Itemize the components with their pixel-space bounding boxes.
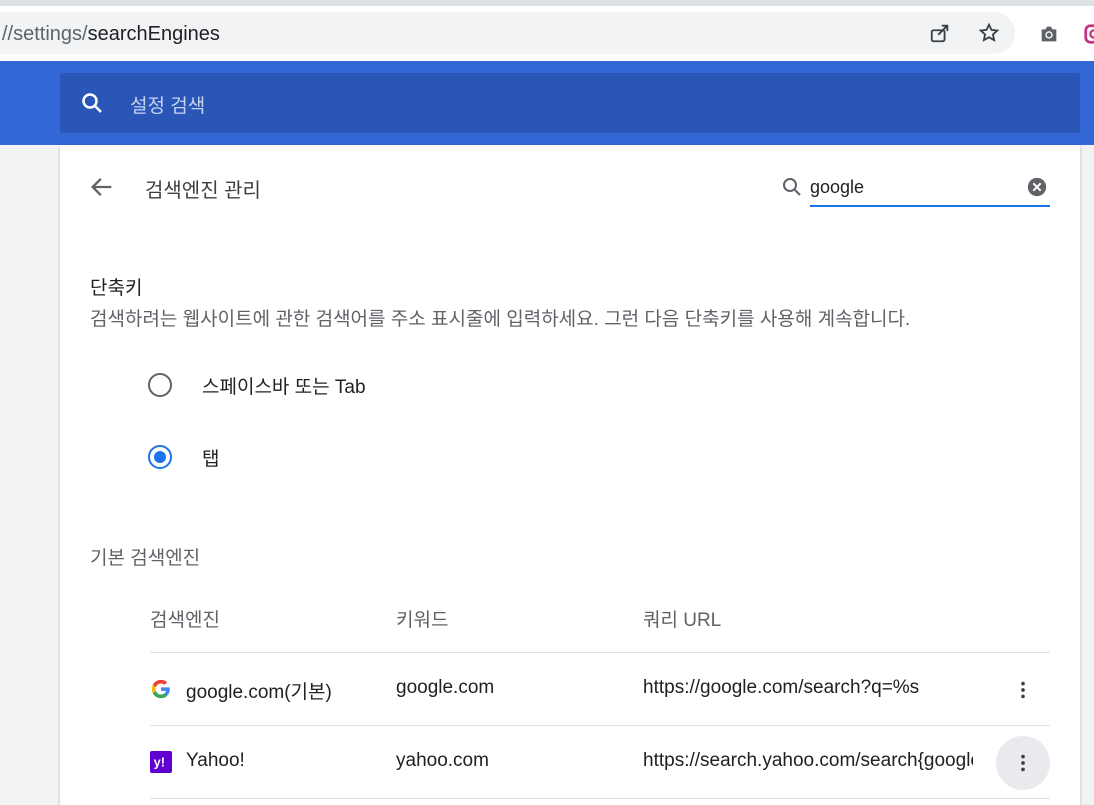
star-icon[interactable] <box>975 19 1003 47</box>
settings-search-placeholder: 설정 검색 <box>130 96 206 117</box>
engine-url: https://search.yahoo.com/search{google:R… <box>643 750 973 771</box>
engine-keyword: yahoo.com <box>396 750 489 771</box>
more-actions-button[interactable] <box>996 736 1050 790</box>
camera-icon[interactable] <box>1035 20 1063 48</box>
engine-name: google.com(기본) <box>186 682 332 703</box>
default-engines-title: 기본 검색엔진 <box>90 548 201 569</box>
yahoo-favicon: y! <box>150 751 172 773</box>
column-header-engine: 검색엔진 <box>150 610 220 631</box>
radio-option-space-or-tab[interactable]: 스페이스바 또는 Tab <box>148 370 366 400</box>
radio-label: 탭 <box>202 448 220 470</box>
more-vert-icon <box>1021 681 1025 699</box>
radio-option-tab[interactable]: 탭 <box>148 442 219 472</box>
engine-filter-input[interactable] <box>810 173 1020 201</box>
page-title: 검색엔진 관리 <box>145 180 261 202</box>
column-header-keyword: 키워드 <box>396 610 449 631</box>
search-engines-card: 검색엔진 관리 단축키 검색하려는 웹사이트에 관한 검색어를 주소 표시줄에 … <box>60 145 1080 805</box>
radio-button[interactable] <box>148 373 172 397</box>
engine-url: https://google.com/search?q=%s <box>643 677 920 698</box>
svg-text:y!: y! <box>154 755 165 770</box>
shortcut-title: 단축키 <box>90 278 143 299</box>
more-actions-button[interactable] <box>996 663 1050 717</box>
engine-name: Yahoo! <box>186 750 245 771</box>
url-text: //settings/searchEngines <box>2 23 220 45</box>
google-favicon <box>151 679 170 699</box>
address-bar[interactable]: //settings/searchEngines <box>0 12 1015 54</box>
table-row: google.com(기본) google.com https://google… <box>150 653 1050 726</box>
share-icon[interactable] <box>926 19 954 47</box>
filter-underline <box>810 205 1050 207</box>
extension-icon[interactable] <box>1080 20 1094 48</box>
settings-header: 설정 검색 <box>0 61 1094 145</box>
search-icon <box>82 93 102 113</box>
page-background <box>0 145 60 793</box>
settings-search[interactable]: 설정 검색 <box>60 73 1080 133</box>
shortcut-description: 검색하려는 웹사이트에 관한 검색어를 주소 표시줄에 입력하세요. 그런 다음… <box>90 309 911 330</box>
clear-icon[interactable] <box>1026 176 1048 198</box>
more-vert-icon <box>1021 754 1025 772</box>
table-row: y! Yahoo! yahoo.com https://search.yahoo… <box>150 726 1050 799</box>
radio-label: 스페이스바 또는 Tab <box>202 376 366 398</box>
search-icon <box>783 178 801 196</box>
column-header-url: 쿼리 URL <box>643 610 722 631</box>
table-header: 검색엔진 키워드 쿼리 URL <box>150 603 1050 653</box>
engine-filter <box>778 171 1050 207</box>
radio-button-checked[interactable] <box>148 445 172 469</box>
engine-keyword: google.com <box>396 677 495 698</box>
back-arrow-icon[interactable] <box>88 173 116 201</box>
browser-toolbar: //settings/searchEngines <box>0 6 1094 61</box>
